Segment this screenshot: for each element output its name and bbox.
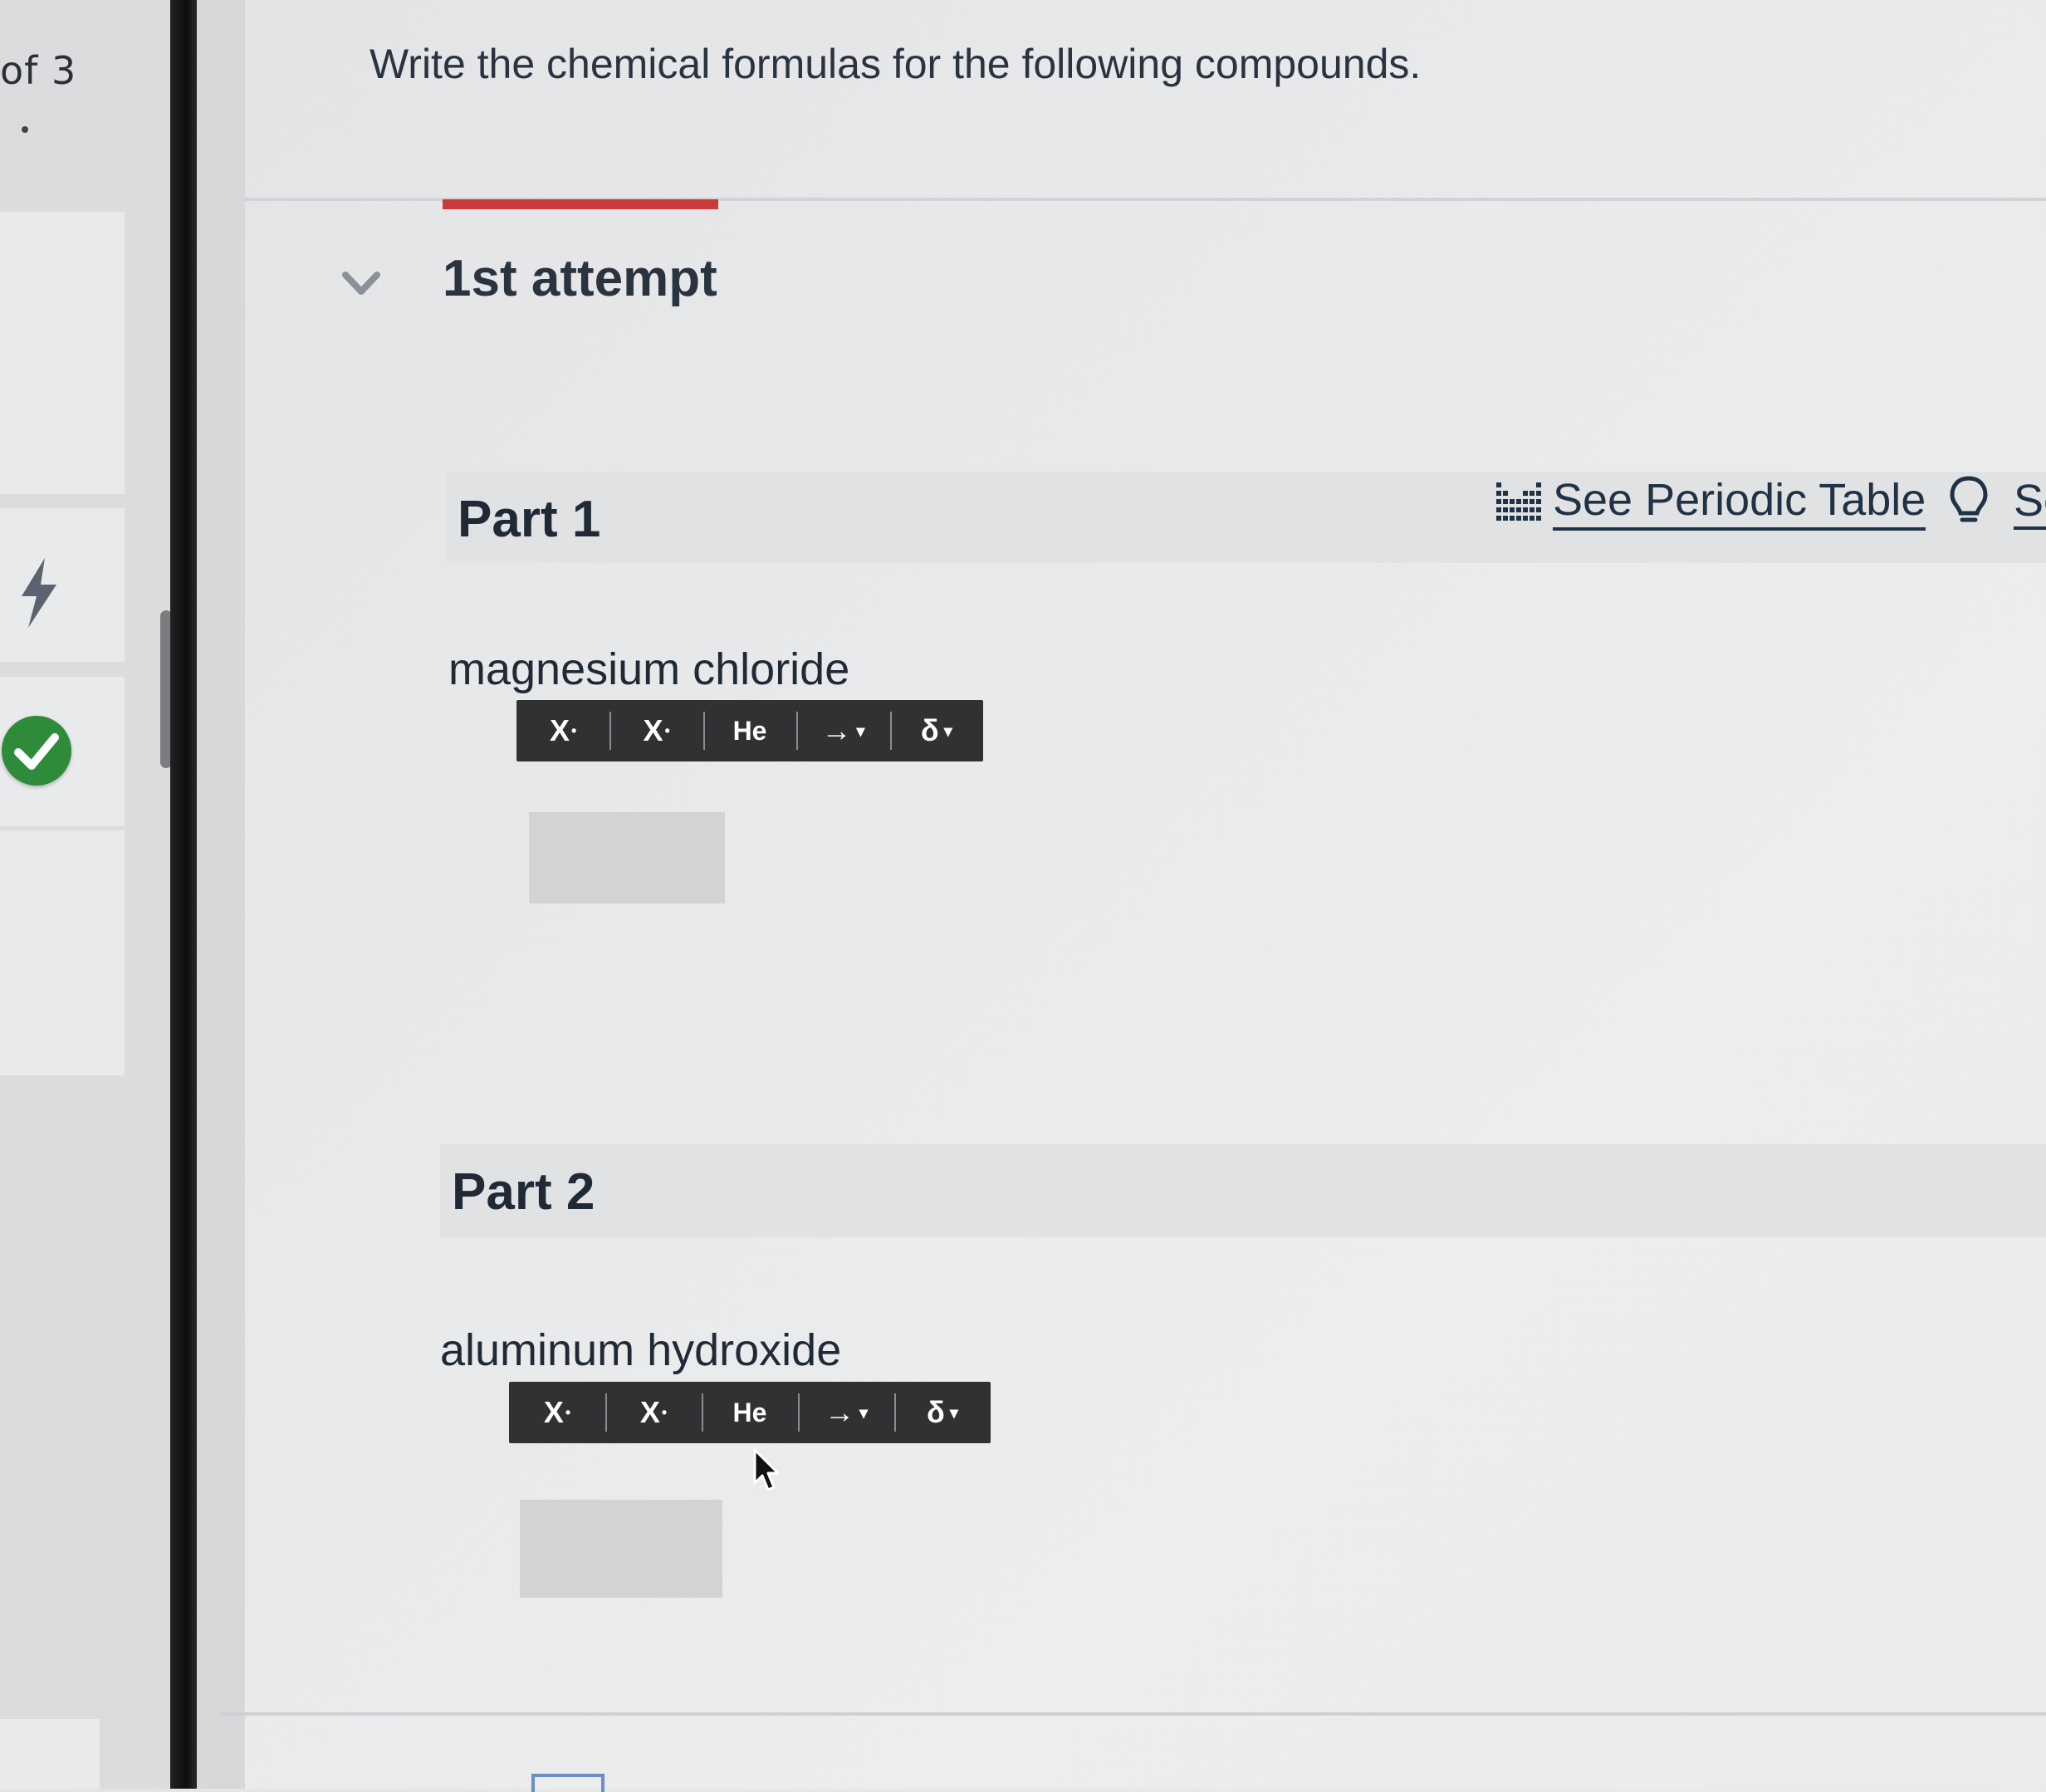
superscript-button[interactable]: X • [516,700,609,761]
part-1-compound: magnesium chloride [448,644,850,694]
delta-button[interactable]: δ ▾ [889,700,983,761]
next-section-fragment [531,1774,604,1792]
question-content: Write the chemical formulas for the foll… [220,0,2046,1792]
element-button[interactable]: He [702,700,796,761]
question-prompt: Write the chemical formulas for the foll… [370,41,1422,87]
chevron-down-icon[interactable] [340,270,382,298]
delta-dropdown-caret: ▾ [943,722,952,741]
subscript-button-label: X [643,713,663,747]
superscript-button-label: X [550,713,570,747]
periodic-table-icon [1496,482,1541,521]
sidebar-question-card[interactable] [0,212,125,494]
check-icon [2,716,71,786]
subscript-button-label: X [639,1395,660,1429]
part-1-title: Part 1 [458,491,601,548]
question-counter: of 3 [0,48,77,93]
delta-dropdown-caret: ▾ [949,1403,958,1422]
arrow-dropdown-caret: ▾ [859,1403,869,1422]
arrow-button-label: → [824,1395,854,1429]
formula-toolbar: X • X • He → ▾ δ ▾ [516,700,983,761]
arrow-dropdown-caret: ▾ [856,722,865,741]
part-1-answer-input[interactable] [529,812,725,903]
sidebar-question-card[interactable] [0,830,125,1075]
panel-divider [170,0,197,1789]
mouse-cursor-icon [753,1448,780,1491]
superscript-button[interactable]: X • [509,1382,605,1443]
see-periodic-table-link[interactable]: See Periodic Table [1495,473,1926,531]
see-periodic-table-label[interactable]: See Periodic Table [1553,474,1926,531]
attempt-indicator [443,199,718,209]
delta-button-label: δ [920,713,939,747]
delta-button-label: δ [927,1395,945,1429]
part-2-header: Part 2 [440,1144,2046,1237]
arrow-button-label: → [821,713,852,747]
attempt-title: 1st attempt [443,250,717,307]
sidebar-dot [22,126,28,133]
element-button-label: He [732,715,767,746]
question-sidebar: of 3 [0,0,172,1789]
hint-link[interactable]: Se [2014,475,2046,530]
sidebar-question-card[interactable] [0,1719,100,1789]
content-gutter [197,0,245,1789]
arrow-button[interactable]: → ▾ [796,700,889,761]
superscript-button-label: X [543,1395,564,1429]
formula-toolbar: X • X • He → ▾ δ ▾ [509,1382,991,1443]
part-2-answer-input[interactable] [520,1500,722,1598]
subscript-button[interactable]: X • [605,1382,702,1443]
section-divider [220,1712,2046,1716]
bolt-icon [22,558,56,628]
subscript-button[interactable]: X • [609,700,702,761]
delta-button[interactable]: δ ▾ [894,1382,991,1443]
element-button-label: He [732,1397,767,1427]
part-2-compound: aluminum hydroxide [440,1325,842,1375]
lightbulb-icon[interactable] [1947,475,1990,526]
arrow-button[interactable]: → ▾ [798,1382,894,1443]
part-2-title: Part 2 [452,1163,595,1221]
element-button[interactable]: He [702,1382,798,1443]
